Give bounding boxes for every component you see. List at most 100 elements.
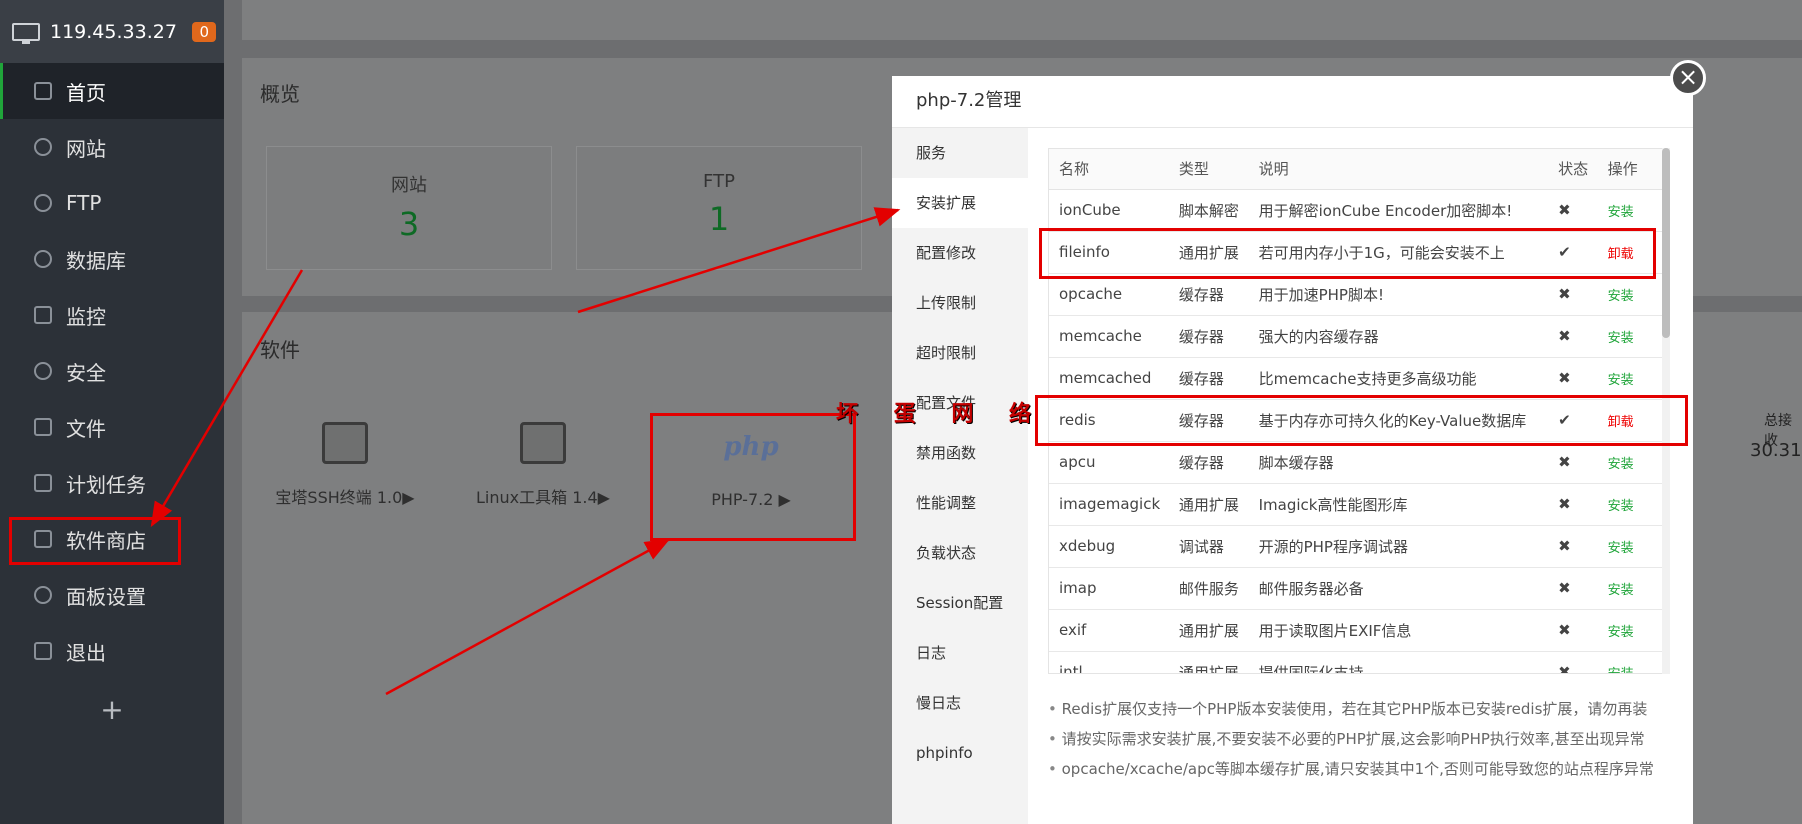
nav-upload-limit[interactable]: 上传限制 <box>892 278 1028 328</box>
tips-list: Redis扩展仅支持一个PHP版本安装使用，若在其它PHP版本已安装redis扩… <box>1048 694 1654 784</box>
nav-service[interactable]: 服务 <box>892 128 1028 178</box>
ext-status: ✖ <box>1558 201 1571 219</box>
stat-websites[interactable]: 网站 3 <box>266 146 552 270</box>
ext-name: imagemagick <box>1059 495 1161 513</box>
ext-desc: 用于解密ionCube Encoder加密脚本! <box>1258 201 1513 220</box>
table-scrollbar[interactable] <box>1662 148 1670 674</box>
server-header: 119.45.33.27 0 <box>0 0 224 63</box>
scrollbar-thumb[interactable] <box>1662 148 1670 338</box>
sidebar-item-software-store[interactable]: 软件商店 <box>0 511 224 567</box>
sidebar: 119.45.33.27 0 首页 网站 FTP 数据库 监控 安全 文件 计划… <box>0 0 224 824</box>
ext-action-cell: 安装 <box>1597 357 1663 400</box>
sidebar-item-settings[interactable]: 面板设置 <box>0 567 224 623</box>
globe-icon <box>34 138 52 156</box>
sidebar-item-logout[interactable]: 退出 <box>0 623 224 679</box>
sidebar-item-home[interactable]: 首页 <box>0 63 224 119</box>
install-link[interactable]: 安装 <box>1608 373 1634 388</box>
ext-name-cell: exif <box>1049 609 1169 652</box>
col-status: 状态 <box>1548 149 1598 190</box>
ext-desc-cell: 脚本缓存器 <box>1248 441 1549 484</box>
sidebar-item-files[interactable]: 文件 <box>0 399 224 455</box>
col-name: 名称 <box>1049 149 1169 190</box>
ext-type-cell: 调试器 <box>1168 525 1249 568</box>
overview-title: 概览 <box>260 82 300 106</box>
ext-action-cell: 安装 <box>1597 273 1663 316</box>
nav-config-edit[interactable]: 配置修改 <box>892 228 1028 278</box>
ext-desc: 若可用内存小于1G，可能会安装不上 <box>1258 243 1505 262</box>
ext-name-cell: redis <box>1049 399 1169 442</box>
ext-type: 通用扩展 <box>1178 243 1239 262</box>
install-link[interactable]: 安装 <box>1608 625 1634 640</box>
nav-install-extensions[interactable]: 安装扩展 <box>892 178 1028 228</box>
install-link[interactable]: 安装 <box>1608 667 1634 674</box>
sidebar-item-security[interactable]: 安全 <box>0 343 224 399</box>
stat-ftp[interactable]: FTP 1 <box>576 146 862 270</box>
monitor-icon <box>34 306 52 324</box>
ext-name-cell: xdebug <box>1049 525 1169 568</box>
ext-status-cell: ✖ <box>1548 315 1598 358</box>
software-ssh-terminal[interactable]: 宝塔SSH终端 1.0▶ <box>260 422 430 508</box>
ext-desc: 邮件服务器必备 <box>1258 579 1364 598</box>
ext-desc-cell: 基于内存亦可持久化的Key-Value数据库 <box>1248 399 1549 442</box>
nav-disabled-functions[interactable]: 禁用函数 <box>892 428 1028 478</box>
install-link[interactable]: 安装 <box>1608 457 1634 472</box>
ext-status-cell: ✖ <box>1548 441 1598 484</box>
ext-desc-cell: Imagick高性能图形库 <box>1248 483 1549 526</box>
ext-type-cell: 缓存器 <box>1168 315 1249 358</box>
table-row: opcache 缓存器 用于加速PHP脚本! ✖ 安装 <box>1049 273 1663 316</box>
sidebar-item-ftp[interactable]: FTP <box>0 175 224 231</box>
add-button[interactable]: + <box>0 693 224 726</box>
table-row: ionCube 脚本解密 用于解密ionCube Encoder加密脚本! ✖ 安装 <box>1049 189 1663 232</box>
ext-type: 缓存器 <box>1178 285 1224 304</box>
ext-type: 邮件服务 <box>1178 579 1239 598</box>
install-link[interactable]: 安装 <box>1608 583 1634 598</box>
uninstall-link[interactable]: 卸载 <box>1608 247 1634 262</box>
grid-icon <box>34 530 52 548</box>
install-link[interactable]: 安装 <box>1608 205 1634 220</box>
software-linux-toolbox[interactable]: Linux工具箱 1.4▶ <box>458 422 628 508</box>
ext-name: redis <box>1059 411 1096 429</box>
install-link[interactable]: 安装 <box>1608 331 1634 346</box>
tip-item: opcache/xcache/apc等脚本缓存扩展,请只安装其中1个,否则可能导… <box>1048 754 1654 784</box>
nav-logs[interactable]: 日志 <box>892 628 1028 678</box>
uninstall-link[interactable]: 卸载 <box>1608 415 1634 430</box>
home-icon <box>34 82 52 100</box>
ext-desc-cell: 强大的内容缓存器 <box>1248 315 1549 358</box>
toolbox-icon <box>520 422 566 464</box>
ext-status-cell: ✖ <box>1548 483 1598 526</box>
nav-timeout-limit[interactable]: 超时限制 <box>892 328 1028 378</box>
nav-phpinfo[interactable]: phpinfo <box>892 728 1028 778</box>
install-link[interactable]: 安装 <box>1608 289 1634 304</box>
sidebar-item-database[interactable]: 数据库 <box>0 231 224 287</box>
install-link[interactable]: 安装 <box>1608 541 1634 556</box>
ext-action-cell: 安装 <box>1597 567 1663 610</box>
sidebar-item-website[interactable]: 网站 <box>0 119 224 175</box>
nav-slow-logs[interactable]: 慢日志 <box>892 678 1028 728</box>
ext-desc-cell: 比memcache支持更多高级功能 <box>1248 357 1549 400</box>
sidebar-item-label: 安全 <box>66 360 106 385</box>
ext-status-cell: ✖ <box>1548 525 1598 568</box>
software-label: PHP-7.2 ▶ <box>711 490 791 509</box>
close-icon[interactable]: × <box>1670 60 1706 96</box>
install-link[interactable]: 安装 <box>1608 499 1634 514</box>
sidebar-item-label: 监控 <box>66 304 106 329</box>
nav-load-status[interactable]: 负载状态 <box>892 528 1028 578</box>
nav-session-config[interactable]: Session配置 <box>892 578 1028 628</box>
sidebar-item-cron[interactable]: 计划任务 <box>0 455 224 511</box>
ext-desc: 强大的内容缓存器 <box>1258 327 1379 346</box>
table-row: xdebug 调试器 开源的PHP程序调试器 ✖ 安装 <box>1049 525 1663 568</box>
stat-value: 3 <box>398 205 420 243</box>
nav-performance[interactable]: 性能调整 <box>892 478 1028 528</box>
calendar-icon <box>34 474 52 492</box>
ext-name-cell: fileinfo <box>1049 231 1169 274</box>
software-php72[interactable]: php PHP-7.2 ▶ <box>666 432 836 509</box>
ext-desc-cell: 邮件服务器必备 <box>1248 567 1549 610</box>
ext-action-cell: 卸载 <box>1597 231 1663 274</box>
sidebar-item-label: 退出 <box>66 640 106 665</box>
notification-badge[interactable]: 0 <box>192 21 216 42</box>
ext-desc-cell: 用于读取图片EXIF信息 <box>1248 609 1549 652</box>
ext-type-cell: 通用扩展 <box>1168 483 1249 526</box>
ext-status: ✖ <box>1558 579 1571 597</box>
sidebar-item-monitor[interactable]: 监控 <box>0 287 224 343</box>
ext-name: imap <box>1059 579 1097 597</box>
